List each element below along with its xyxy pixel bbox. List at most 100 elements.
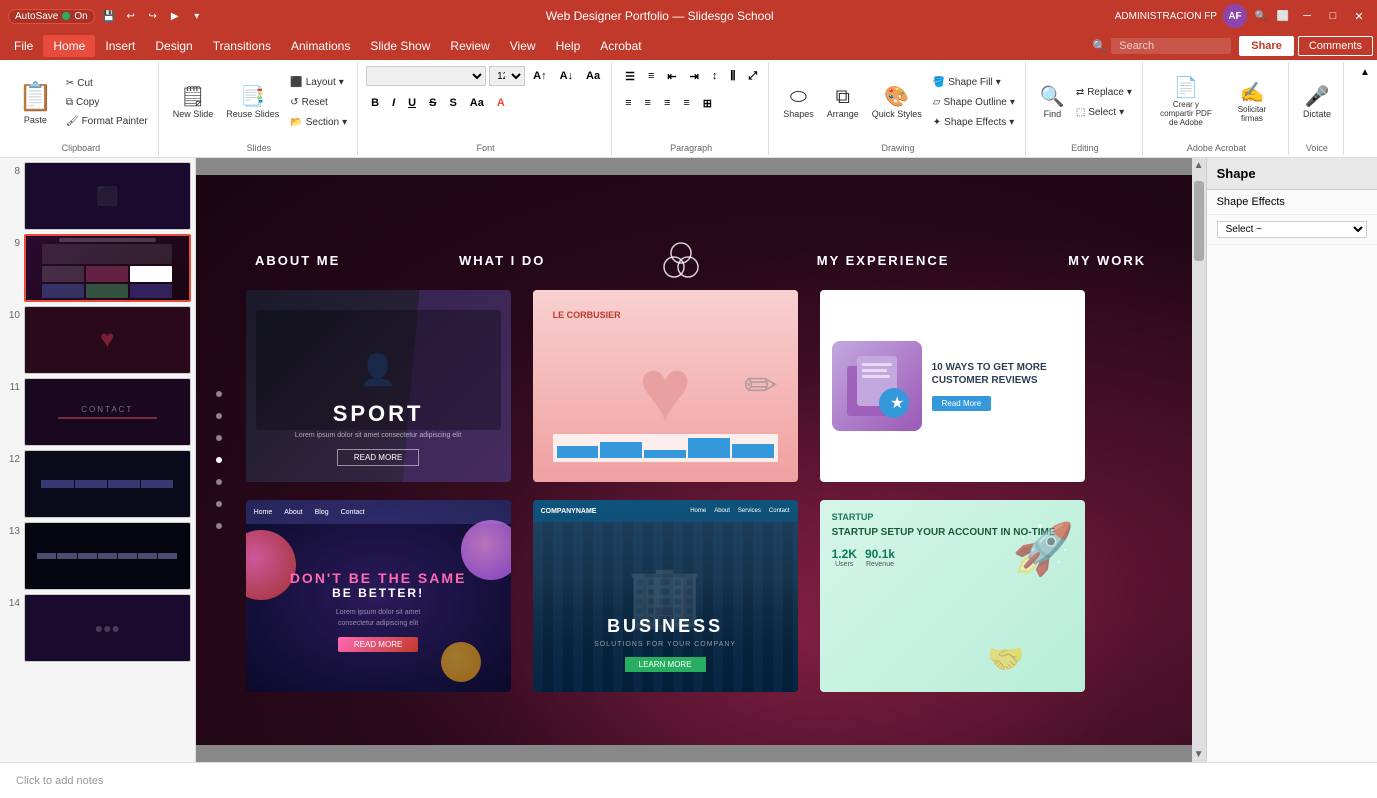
triquetra-symbol [656,235,706,285]
vertical-scrollbar[interactable]: ▲ ▼ [1192,158,1206,762]
replace-button[interactable]: ⇄ Replace ▾ [1072,84,1136,102]
reviews-illustration: ★ [832,341,922,431]
comments-button[interactable]: Comments [1298,36,1373,56]
reviews-read-more-button[interactable]: Read More [932,396,992,411]
format-painter-button[interactable]: 🖌 Format Painter [62,113,152,131]
user-initials: AF [1228,11,1241,22]
section-button[interactable]: 📂 Section ▾ [286,114,351,132]
user-avatar[interactable]: AF [1223,4,1247,28]
scrollbar-thumb[interactable] [1194,181,1204,261]
align-left-button[interactable]: ≡ [620,93,636,113]
customize-qat-button[interactable]: ▾ [189,8,205,24]
shadow-button[interactable]: S [444,93,461,113]
text-direction-button[interactable]: ⤢ [743,66,762,86]
undo-button[interactable]: ↩ [123,8,139,24]
underline-button[interactable]: U [403,93,421,113]
menu-help[interactable]: Help [546,35,591,57]
clipboard-group: 📋 Paste ✂ Cut ⧉ Copy 🖌 Format Painter Cl… [4,62,159,155]
cut-button[interactable]: ✂ Cut [62,75,152,93]
search-icon[interactable]: 🔍 [1253,8,1269,24]
slide-panel: 8 ⬛ 9 [0,158,1377,762]
menu-view[interactable]: View [500,35,546,57]
shapes-button[interactable]: ⬭ Shapes [777,75,820,131]
arrange-button[interactable]: ⧉ Arrange [821,75,865,131]
request-signatures-icon: ✍ [1239,83,1264,103]
request-signatures-button[interactable]: ✍ Solicitar firmas [1222,75,1282,131]
present-button[interactable]: ▶ [167,8,183,24]
menu-review[interactable]: Review [440,35,499,57]
collapse-ribbon-button[interactable]: ▲ [1357,64,1373,80]
menu-acrobat[interactable]: Acrobat [590,35,651,57]
bullets-button[interactable]: ☰ [620,66,640,86]
business-learn-more-button[interactable]: LEARN MORE [625,657,706,672]
font-size-select[interactable]: 12 [489,66,525,86]
search-input[interactable] [1111,38,1231,54]
select-button[interactable]: ⬚ Select ▾ [1072,104,1136,122]
menu-design[interactable]: Design [145,35,202,57]
font-group: 12 A↑ A↓ Aa B I U S S Aa A Font [360,62,612,155]
minimize-button[interactable]: ─ [1297,6,1317,26]
reuse-slides-button[interactable]: 📑 Reuse Slides [220,75,285,131]
decrease-indent-button[interactable]: ⇤ [662,66,681,86]
slide-thumbnail-14[interactable]: 14 ●●● [4,594,191,662]
increase-indent-button[interactable]: ⇥ [685,66,704,86]
justify-button[interactable]: ≡ [678,93,694,113]
close-button[interactable]: ✕ [1349,6,1369,26]
space-body-text: Lorem ipsum dolor sit ametconsectetur ad… [290,608,467,629]
save-button[interactable]: 💾 [101,8,117,24]
quick-styles-button[interactable]: 🎨 Quick Styles [866,75,928,131]
redo-button[interactable]: ↪ [145,8,161,24]
find-button[interactable]: 🔍 Find [1034,75,1071,131]
align-right-button[interactable]: ≡ [659,93,675,113]
space-read-more-button[interactable]: READ MORE [338,637,418,652]
smart-art-button[interactable]: ⊞ [698,93,717,113]
menu-animations[interactable]: Animations [281,35,360,57]
align-center-button[interactable]: ≡ [640,93,656,113]
slide-thumbnail-8[interactable]: 8 ⬛ [4,162,191,230]
autosave-badge[interactable]: AutoSave On [8,9,95,24]
layout-button[interactable]: ⬛ Layout ▾ [286,74,351,92]
menu-insert[interactable]: Insert [95,35,145,57]
strikethrough-button[interactable]: S [424,93,441,113]
user-name: ADMINISTRACION FP [1115,11,1217,22]
slide-thumbnail-13[interactable]: 13 [4,522,191,590]
menu-home[interactable]: Home [43,35,95,57]
increase-font-button[interactable]: A↑ [528,66,551,86]
slide-canvas[interactable]: ABOUT ME WHAT I DO MY EXPERIENCE MY WORK [196,175,1206,745]
paste-button[interactable]: 📋 Paste [10,75,61,131]
slide-thumbnail-11[interactable]: 11 CONTACT [4,378,191,446]
dictate-button[interactable]: 🎤 Dictate [1297,75,1337,131]
reset-button[interactable]: ↺ Reset [286,94,351,112]
planet-left [246,530,296,600]
copy-button[interactable]: ⧉ Copy [62,94,152,112]
line-spacing-button[interactable]: ↕ [707,66,723,86]
notes-bar[interactable]: Click to add notes [0,762,1377,798]
columns-button[interactable]: ⫼ [725,66,740,86]
case-button[interactable]: Aa [465,93,489,113]
create-pdf-button[interactable]: 📄 Crear y compartir PDF de Adobe [1151,75,1221,131]
slide-thumbnail-9[interactable]: 9 [4,234,191,302]
slide-thumbnail-10[interactable]: 10 ♥ [4,306,191,374]
share-button[interactable]: Share [1239,36,1294,56]
numbering-button[interactable]: ≡ [643,66,659,86]
shape-select-dropdown[interactable]: Select ~ [1217,221,1367,238]
font-family-select[interactable] [366,66,486,86]
shapes-icon: ⬭ [790,87,807,107]
sport-read-more-button[interactable]: READ MORE [337,449,419,466]
shape-effects-button[interactable]: ✦ Shape Effects ▾ [929,114,1019,132]
new-slide-button[interactable]: 🗒 New Slide [167,75,220,131]
maximize-button[interactable]: □ [1323,6,1343,26]
menu-file[interactable]: File [4,35,43,57]
clear-format-button[interactable]: Aa [581,66,605,86]
shape-fill-button[interactable]: 🪣 Shape Fill ▾ [929,74,1019,92]
menu-transitions[interactable]: Transitions [203,35,281,57]
bold-button[interactable]: B [366,93,384,113]
decrease-font-button[interactable]: A↓ [555,66,578,86]
italic-button[interactable]: I [387,93,400,113]
slide-thumbnail-12[interactable]: 12 [4,450,191,518]
font-color-button[interactable]: A [492,93,510,113]
shape-outline-button[interactable]: ▱ Shape Outline ▾ [929,94,1019,112]
menu-slideshow[interactable]: Slide Show [360,35,440,57]
ribbon-display-button[interactable]: ⬜ [1275,8,1291,24]
compass-icon: ✏ [744,363,778,409]
